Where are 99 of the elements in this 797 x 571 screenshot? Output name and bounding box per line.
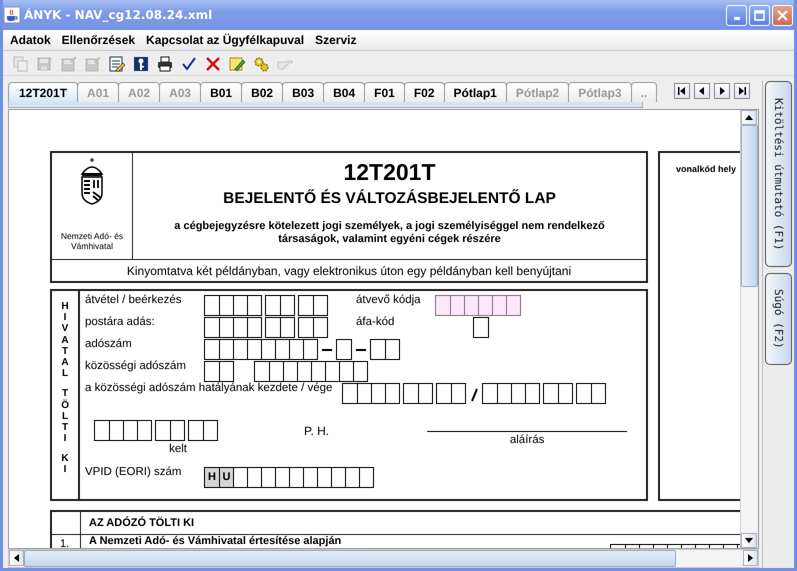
character-boxes-field[interactable] (155, 420, 185, 441)
form-title: BEJELENTŐ ÉS VÁLTOZÁSBEJELENTŐ LAP (223, 190, 556, 208)
character-boxes-field[interactable] (436, 383, 466, 404)
form-subtitle: a cégbejegyzésre kötelezett jogi személyek, a jogi személyiséggel nem rendelkező társaságok, valamint egyéni cégek részére (173, 220, 606, 246)
character-boxes-field[interactable] (543, 383, 574, 404)
row-text: A Nemzeti Adó- és Vámhivatal értesítése alapján (88, 535, 342, 548)
character-boxes-field[interactable] (370, 339, 400, 360)
coffee-cup-icon (4, 7, 20, 23)
window-title: ÁNYK - NAV_cg12.08.24.xml (24, 8, 212, 22)
gears-icon (253, 56, 269, 72)
menu-item[interactable]: Adatok (5, 31, 57, 49)
triangle-left-icon (14, 554, 19, 562)
notepad-icon (109, 56, 125, 72)
horizontal-scrollbar[interactable] (8, 549, 759, 568)
slash-separator (469, 386, 480, 402)
scroll-thumb[interactable] (741, 125, 758, 287)
scroll-up-button[interactable] (741, 110, 757, 125)
triangle-right-icon (748, 554, 753, 562)
scroll-thumb[interactable] (24, 550, 676, 567)
section-side-label: TÖLTI (61, 388, 69, 444)
minimize-button[interactable] (726, 4, 747, 26)
note-pencil-icon (229, 56, 245, 72)
character-boxes-field[interactable] (403, 383, 434, 404)
date-label: kelt (169, 443, 187, 455)
authority-name: Nemzeti Adó- és Vámhivatal (60, 232, 124, 251)
section-side-label: KI (61, 453, 69, 476)
triangle-down-icon (745, 538, 753, 543)
field-label: áfa-kód (356, 315, 396, 329)
cross-icon (205, 56, 221, 72)
previous-page-button[interactable] (694, 83, 710, 99)
character-boxes-field[interactable] (188, 420, 218, 441)
character-boxes-field[interactable] (482, 383, 540, 404)
key-icon (133, 56, 149, 72)
signature-label: aláírás (510, 434, 544, 446)
character-boxes-field[interactable] (204, 361, 234, 382)
field-label: VPID (EORI) szám (85, 465, 182, 479)
minimize-icon (734, 16, 740, 20)
character-boxes-field[interactable] (336, 339, 352, 360)
skip-to-start-icon (678, 87, 686, 95)
barcode-label: vonalkód hely (676, 164, 736, 174)
page-tab[interactable]: 12T201T (8, 82, 78, 102)
section-heading: AZ ADÓZÓ TÖLTI KI (88, 517, 194, 529)
scroll-left-button[interactable] (9, 550, 24, 566)
character-boxes-field[interactable] (298, 295, 328, 316)
floppy-pencil-icon (61, 56, 77, 72)
stamp-label: P. H. (304, 424, 330, 438)
scroll-right-button[interactable] (743, 550, 758, 566)
triangle-right-icon (718, 87, 726, 95)
checkmark-icon (181, 56, 197, 72)
field-label: közösségi adószám (85, 359, 187, 373)
next-page-button[interactable] (714, 83, 730, 99)
last-page-button[interactable] (734, 83, 750, 99)
character-boxes-field[interactable] (204, 339, 318, 360)
print-note: Kinyomtatva két példányban, vagy elektronikus úton egy példányban kell benyújtani (126, 264, 572, 278)
character-boxes-field[interactable] (265, 295, 295, 316)
field-label: átvétel / beérkezés (85, 293, 183, 307)
character-boxes-field[interactable] (298, 317, 328, 338)
menu-item[interactable]: Ellenőrzések (56, 31, 142, 49)
close-icon (777, 10, 788, 20)
notepad-button[interactable] (107, 54, 127, 74)
vertical-scrollbar[interactable] (740, 110, 758, 548)
skip-to-end-icon (738, 87, 746, 95)
field-label: a közösségi adószám hatályának kezdete / vége (85, 381, 332, 395)
side-tab[interactable]: Kitöltési útmutató (F1) (765, 81, 792, 267)
close-button[interactable] (772, 4, 793, 26)
scroll-down-button[interactable] (741, 533, 757, 548)
print-button[interactable] (155, 54, 175, 74)
character-boxes-field[interactable] (204, 317, 262, 338)
character-boxes-field[interactable] (473, 317, 489, 338)
triangle-up-icon (745, 115, 753, 120)
dash-separator (322, 348, 332, 350)
character-boxes-field[interactable] (265, 317, 295, 338)
form-code: 12T201T (343, 159, 436, 186)
coat-of-arms-icon (79, 158, 105, 206)
side-tab[interactable]: Súgó (F2) (765, 273, 792, 365)
maximize-button[interactable] (749, 4, 770, 26)
maximize-icon (754, 10, 765, 20)
field-label: átvevő kódja (356, 293, 422, 307)
printer-icon (157, 56, 173, 72)
field-label: adószám (85, 337, 133, 351)
prefilled-character: H (205, 468, 219, 487)
first-page-button[interactable] (674, 83, 690, 99)
floppy-check-icon (85, 56, 101, 72)
triangle-left-icon (698, 87, 706, 95)
character-boxes-field[interactable] (94, 420, 152, 441)
character-boxes-field[interactable] (576, 383, 606, 404)
character-boxes-field[interactable] (254, 361, 368, 382)
menu-item[interactable]: Szerviz (310, 31, 362, 49)
section-side-label: HIVATAL (61, 301, 69, 380)
dash-separator (356, 348, 366, 350)
page-tab[interactable]: Pótlap1 (444, 82, 507, 102)
character-boxes-field[interactable] (204, 295, 262, 316)
prefilled-character: U (219, 468, 233, 487)
copy-icon (13, 56, 29, 72)
character-boxes-field[interactable]: H U (204, 467, 374, 488)
menu-item[interactable]: Kapcsolat az Ügyfélkapuval (141, 31, 310, 49)
character-boxes-field[interactable] (435, 295, 521, 316)
character-boxes-field[interactable] (342, 383, 400, 404)
field-label: postára adás: (85, 315, 156, 329)
